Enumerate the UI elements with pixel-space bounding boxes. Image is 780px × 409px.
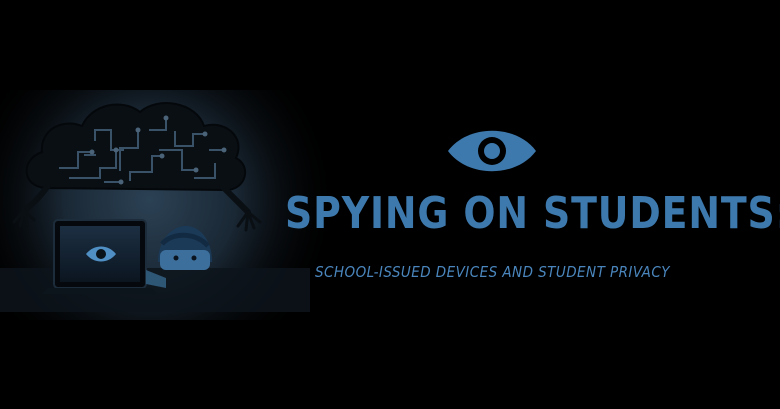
eye-icon	[448, 130, 536, 172]
page-title: SPYING ON STUDENTS:	[285, 188, 780, 239]
page-subtitle: SCHOOL-ISSUED DEVICES AND STUDENT PRIVAC…	[315, 263, 670, 281]
banner: SPYING ON STUDENTS: SCHOOL-ISSUED DEVICE…	[0, 0, 780, 409]
cloud-monster-laptop-illustration	[0, 90, 330, 320]
